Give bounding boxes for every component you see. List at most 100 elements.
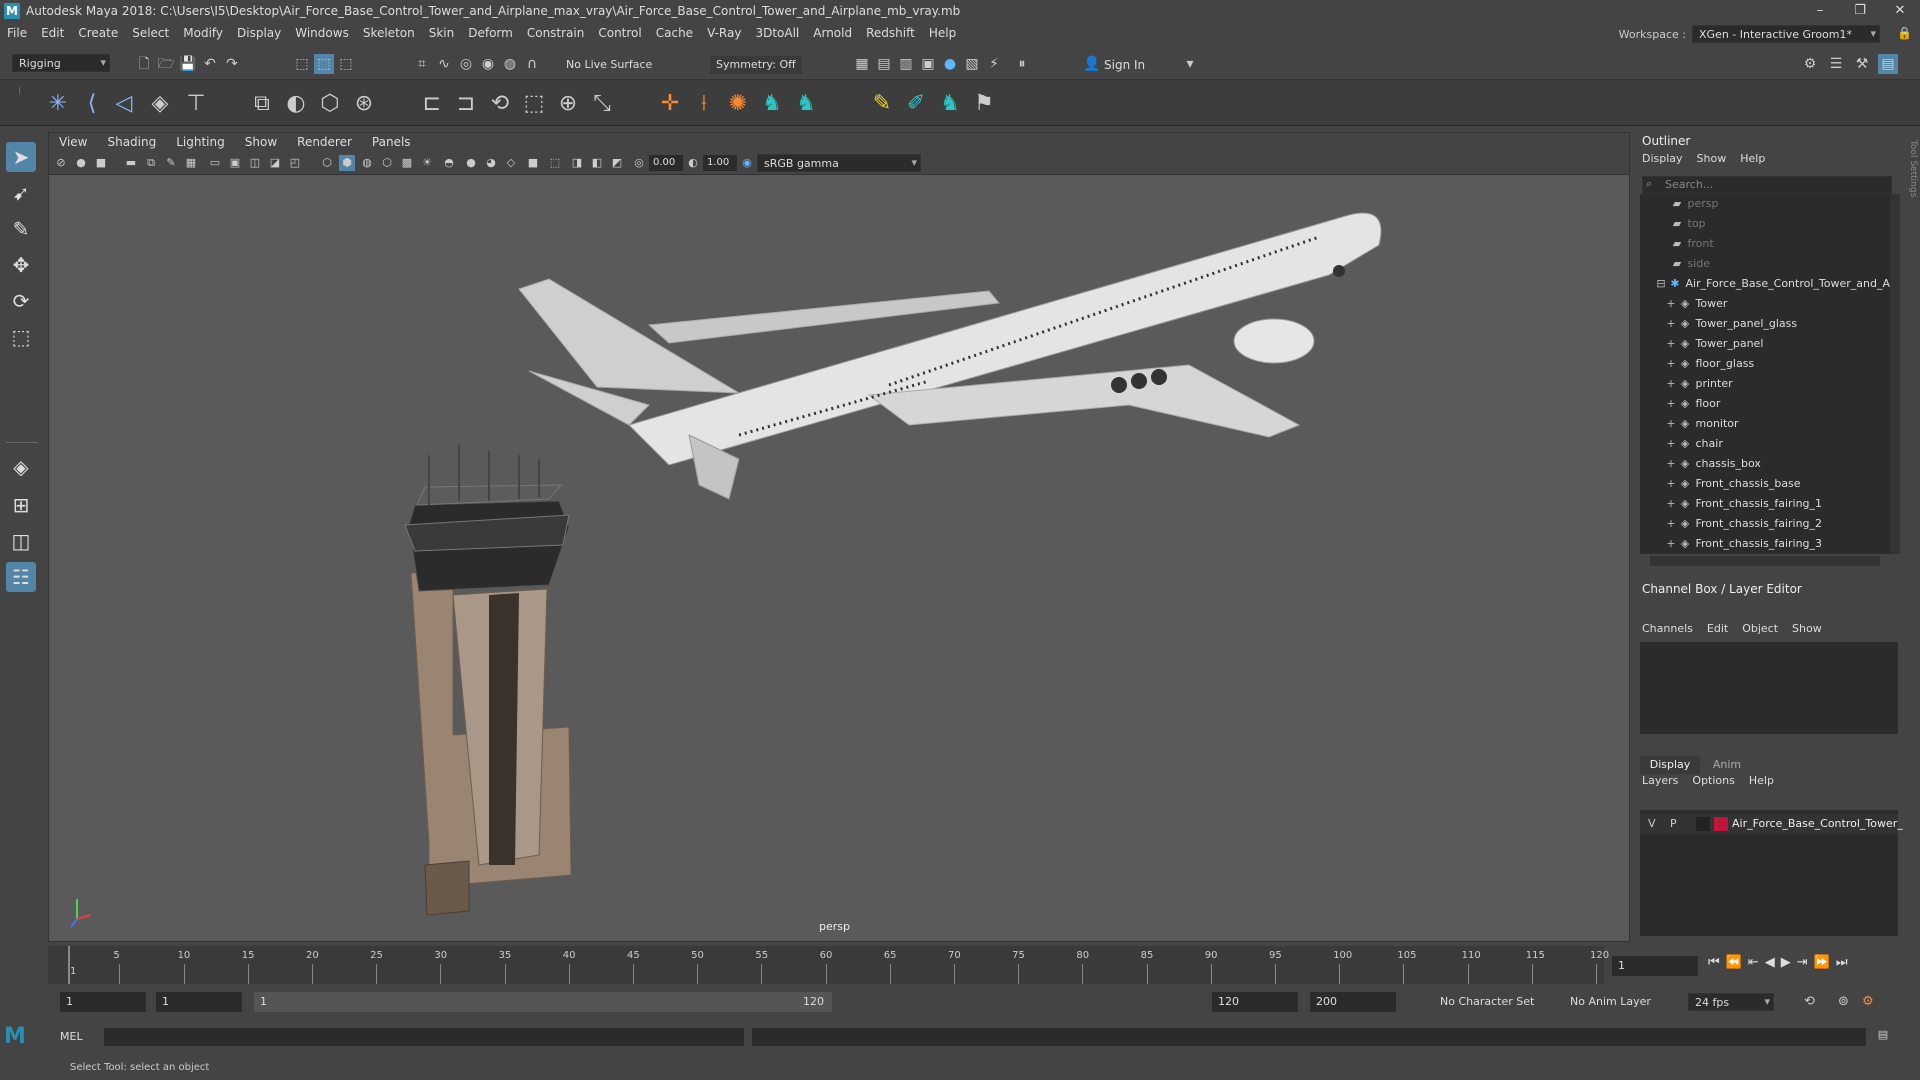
menu-skin[interactable]: Skin	[422, 26, 462, 40]
expand-icon[interactable]: +	[1664, 294, 1678, 314]
safe-action-icon[interactable]: ◰	[287, 155, 303, 171]
minimize-button[interactable]: –	[1800, 0, 1840, 22]
channel-list[interactable]	[1640, 642, 1898, 734]
menu-create[interactable]: Create	[71, 26, 125, 40]
outliner-menu-show[interactable]: Show	[1697, 152, 1727, 165]
tree-item-group[interactable]: ⊟ ✱ Air_Force_Base_Control_Tower_and_A	[1640, 274, 1892, 294]
four-view-layout-icon[interactable]: ⊞	[6, 490, 36, 520]
parent-constraint-icon[interactable]: ⊏	[418, 90, 446, 118]
sign-in-dropdown-icon[interactable]: ▾	[1180, 54, 1200, 74]
lattice-icon[interactable]: ⬡	[316, 90, 344, 118]
menu-control[interactable]: Control	[591, 26, 648, 40]
tree-item[interactable]: + ◈ Front_chassis_base	[1640, 474, 1892, 494]
menu-skeleton[interactable]: Skeleton	[356, 26, 422, 40]
menu-select[interactable]: Select	[125, 26, 176, 40]
expand-icon[interactable]: +	[1664, 514, 1678, 534]
attribute-editor-icon[interactable]: ☰	[1826, 54, 1846, 74]
xray-joints-icon[interactable]: ◧	[589, 155, 605, 171]
airplane-model[interactable]	[518, 212, 1382, 500]
two-view-layout-icon[interactable]: ◫	[6, 526, 36, 556]
menu-file[interactable]: File	[0, 26, 34, 40]
tree-item[interactable]: + ◈ chair	[1640, 434, 1892, 454]
expand-icon[interactable]: +	[1664, 394, 1678, 414]
quick-rig-icon[interactable]: ✎	[868, 90, 896, 118]
tree-item[interactable]: + ◈ floor	[1640, 394, 1892, 414]
xray-icon[interactable]: ◨	[569, 155, 585, 171]
layer-menu-options[interactable]: Options	[1692, 774, 1734, 787]
snap-view-icon[interactable]: ◉	[478, 54, 498, 74]
command-input[interactable]	[104, 1028, 744, 1046]
fps-dropdown[interactable]: 24 fps	[1688, 993, 1774, 1011]
exposure-field[interactable]: 0.00	[649, 155, 683, 171]
outliner-layout-icon[interactable]: ☷	[6, 562, 36, 592]
layer-menu-help[interactable]: Help	[1749, 774, 1774, 787]
tree-item[interactable]: + ◈ Front_chassis_fairing_3	[1640, 534, 1892, 554]
render-frame-icon[interactable]: ▤	[874, 54, 894, 74]
create-joint-icon[interactable]: ✳	[44, 90, 72, 118]
anim-layer-dropdown[interactable]: No Anim Layer	[1564, 992, 1664, 1012]
snap-curve-icon[interactable]: ∿	[434, 54, 454, 74]
tool-settings-side-tab[interactable]: Tool Settings	[1906, 140, 1918, 220]
snap-magnet-icon[interactable]: ∩	[522, 54, 542, 74]
pause-icon[interactable]: ⏸	[1012, 54, 1032, 74]
step-back-key-icon[interactable]: ⇤	[1748, 955, 1759, 975]
lock-icon[interactable]: 🔒	[1897, 26, 1912, 40]
tree-item-persp[interactable]: ▰ persp	[1640, 194, 1892, 214]
ik-handle-icon[interactable]: ⟨	[78, 90, 106, 118]
hypershade-icon[interactable]: ●	[940, 54, 960, 74]
pose-editor-icon[interactable]: ♞	[936, 90, 964, 118]
current-frame-field[interactable]: 1	[1612, 956, 1698, 976]
save-scene-icon[interactable]: 💾	[178, 54, 198, 74]
menu-help[interactable]: Help	[922, 26, 963, 40]
menu-constrain[interactable]: Constrain	[520, 26, 592, 40]
ipr-render-icon[interactable]: ▥	[896, 54, 916, 74]
playback-end-field[interactable]: 120	[1212, 992, 1298, 1012]
field-chart-icon[interactable]: ◪	[267, 155, 283, 171]
cb-menu-object[interactable]: Object	[1742, 622, 1778, 635]
control-tower-model[interactable]	[404, 445, 572, 916]
animation-start-field[interactable]: 1	[60, 992, 146, 1012]
motion-blur-icon[interactable]: ◕	[483, 155, 499, 171]
restore-button[interactable]: ❐	[1840, 0, 1880, 22]
expand-icon[interactable]: +	[1664, 314, 1678, 334]
screen-space-ao-icon[interactable]: ●	[463, 155, 479, 171]
film-gate-icon[interactable]: ▭	[207, 155, 223, 171]
tree-item[interactable]: + ◈ Front_chassis_fairing_2	[1640, 514, 1892, 534]
layer-name[interactable]: Air_Force_Base_Control_Tower_	[1732, 817, 1903, 830]
mirror-joint-icon[interactable]: ◈	[146, 90, 174, 118]
menu-arnold[interactable]: Arnold	[806, 26, 859, 40]
shape-editor-icon[interactable]: ✐	[902, 90, 930, 118]
outliner-hscrollbar[interactable]	[1650, 556, 1880, 566]
default-material-icon[interactable]: ◍	[359, 155, 375, 171]
select-object-icon[interactable]: ⬚	[314, 54, 334, 74]
menu-3dtoall[interactable]: 3DtoAll	[748, 26, 806, 40]
cb-menu-edit[interactable]: Edit	[1707, 622, 1728, 635]
hik-control-icon[interactable]: ♞	[792, 90, 820, 118]
vp-menu-view[interactable]: View	[49, 135, 97, 149]
menu-vray[interactable]: V-Ray	[700, 26, 748, 40]
cluster-icon[interactable]: ⊛	[350, 90, 378, 118]
menu-redshift[interactable]: Redshift	[859, 26, 922, 40]
outliner-search-input[interactable]: Search...	[1642, 176, 1892, 194]
vp-menu-show[interactable]: Show	[235, 135, 287, 149]
grid-toggle-icon[interactable]: ▦	[183, 155, 199, 171]
vp-menu-lighting[interactable]: Lighting	[166, 135, 235, 149]
expand-icon[interactable]: +	[1664, 414, 1678, 434]
expand-icon[interactable]: +	[1664, 474, 1678, 494]
select-hierarchy-icon[interactable]: ⬚	[292, 54, 312, 74]
loop-icon[interactable]: ⟲	[1804, 994, 1815, 1009]
two-d-pan-icon[interactable]: ⧉	[143, 155, 159, 171]
step-forward-key-icon[interactable]: ⇥	[1797, 955, 1808, 975]
render-setup-icon[interactable]: ▧	[962, 54, 982, 74]
point-constraint-icon[interactable]: ⊐	[452, 90, 480, 118]
expand-icon[interactable]: +	[1664, 374, 1678, 394]
select-component-icon[interactable]: ⬚	[336, 54, 356, 74]
layer-row[interactable]: V P Air_Force_Base_Control_Tower_	[1640, 814, 1903, 834]
move-tool-icon[interactable]: ✥	[6, 250, 36, 280]
playback-start-field[interactable]: 1	[156, 992, 242, 1012]
snap-point-icon[interactable]: ◎	[456, 54, 476, 74]
tree-item-side[interactable]: ▰ side	[1640, 254, 1892, 274]
menu-set-dropdown[interactable]: Rigging	[12, 54, 110, 72]
tree-item[interactable]: + ◈ Tower_panel	[1640, 334, 1892, 354]
color-management-icon[interactable]: ◉	[739, 155, 755, 171]
